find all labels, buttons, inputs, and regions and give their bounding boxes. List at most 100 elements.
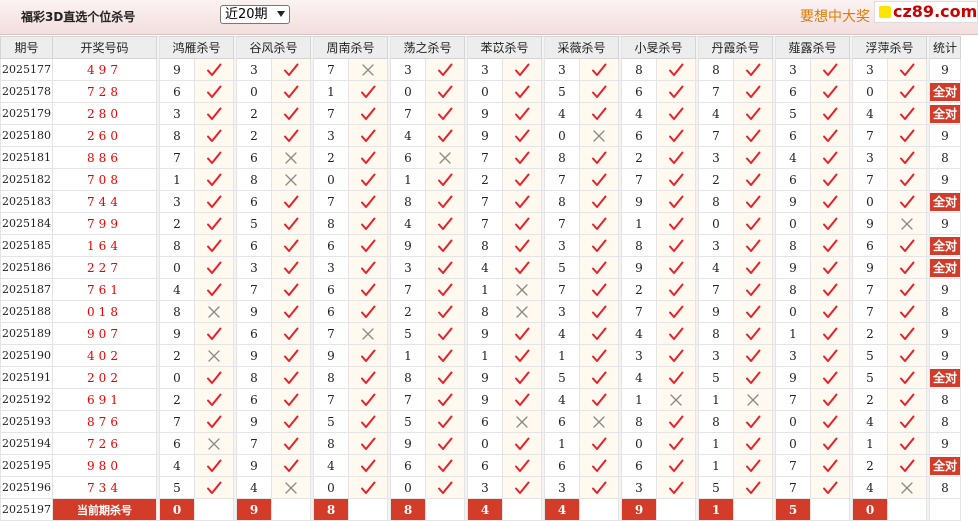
kill-number-cell: 6 <box>621 124 657 147</box>
kill-number-cell: 9 <box>159 58 195 81</box>
header-expert[interactable]: 小旻杀号 <box>621 36 696 59</box>
promo-text[interactable]: 要想中大奖 <box>800 6 870 26</box>
header-expert[interactable]: 苯苡杀号 <box>467 36 542 59</box>
kill-number-cell: 0 <box>544 124 580 147</box>
kill-number-cell: 4 <box>621 102 657 125</box>
kill-number-cell: 7 <box>467 212 503 235</box>
result-cell <box>887 366 927 389</box>
check-icon <box>284 437 299 450</box>
check-icon <box>823 217 838 230</box>
check-icon <box>361 481 376 494</box>
draw-number-cell: 691 <box>52 388 157 411</box>
kill-number-cell: 9 <box>390 432 426 455</box>
check-icon <box>361 151 376 164</box>
header-expert[interactable]: 荡之杀号 <box>390 36 465 59</box>
result-cell <box>810 190 850 213</box>
table-row: 2025186 227 0 3 3 3 4 5 9 4 9 9 全对 <box>0 256 961 279</box>
result-cell <box>887 454 927 477</box>
check-icon <box>515 349 530 362</box>
kill-number-cell: 4 <box>236 476 272 499</box>
result-cell <box>348 80 388 103</box>
kill-number-cell: 3 <box>852 58 888 81</box>
check-icon <box>207 415 222 428</box>
chevron-down-icon <box>277 11 285 17</box>
result-cell <box>656 366 696 389</box>
kill-number-cell: 7 <box>775 454 811 477</box>
check-icon <box>207 327 222 340</box>
kill-number-cell: 3 <box>159 102 195 125</box>
result-cell <box>733 146 773 169</box>
check-icon <box>515 217 530 230</box>
kill-number-cell: 6 <box>390 146 426 169</box>
period-select[interactable]: 近20期 <box>220 5 290 24</box>
draw-number-cell: 164 <box>52 234 157 257</box>
result-cell <box>348 212 388 235</box>
draw-number-cell: 799 <box>52 212 157 235</box>
kill-number-cell: 0 <box>390 476 426 499</box>
current-kill-number: 4 <box>544 498 580 521</box>
header-expert[interactable]: 丹霞杀号 <box>698 36 773 59</box>
kill-number-cell: 3 <box>544 476 580 499</box>
result-cell <box>887 124 927 147</box>
current-kill-number: 4 <box>467 498 503 521</box>
result-cell <box>656 146 696 169</box>
draw-number-cell: 260 <box>52 124 157 147</box>
check-icon <box>361 173 376 186</box>
result-cell <box>194 234 234 257</box>
result-cell <box>271 190 311 213</box>
check-icon <box>438 107 453 120</box>
check-icon <box>592 459 607 472</box>
check-icon <box>361 283 376 296</box>
current-kill-number: 0 <box>852 498 888 521</box>
check-icon <box>284 415 299 428</box>
check-icon <box>669 173 684 186</box>
stat-cell: 9 <box>929 168 961 191</box>
result-cell <box>348 454 388 477</box>
cross-icon <box>747 393 759 406</box>
kill-number-cell: 4 <box>313 454 349 477</box>
header-expert[interactable]: 周南杀号 <box>313 36 388 59</box>
result-cell <box>887 190 927 213</box>
header-expert[interactable]: 采薇杀号 <box>544 36 619 59</box>
check-icon <box>207 283 222 296</box>
stat-cell: 全对 <box>929 80 961 103</box>
kill-number-cell: 0 <box>852 190 888 213</box>
result-cell <box>887 432 927 455</box>
check-icon <box>361 415 376 428</box>
header-expert[interactable]: 谷风杀号 <box>236 36 311 59</box>
check-icon <box>746 173 761 186</box>
check-icon <box>823 393 838 406</box>
check-icon <box>592 217 607 230</box>
kill-number-cell: 6 <box>390 454 426 477</box>
check-icon <box>361 393 376 406</box>
check-icon <box>669 195 684 208</box>
draw-number-cell: 744 <box>52 190 157 213</box>
check-icon <box>284 217 299 230</box>
result-cell <box>579 344 619 367</box>
result-cell <box>194 102 234 125</box>
result-cell <box>271 256 311 279</box>
check-icon <box>284 371 299 384</box>
check-icon <box>207 195 222 208</box>
check-icon <box>592 327 607 340</box>
check-icon <box>823 437 838 450</box>
header-expert[interactable]: 浮萍杀号 <box>852 36 927 59</box>
header-expert[interactable]: 鸿雁杀号 <box>159 36 234 59</box>
kill-number-cell: 7 <box>390 388 426 411</box>
result-cell <box>733 102 773 125</box>
kill-number-cell: 9 <box>852 256 888 279</box>
check-icon <box>823 261 838 274</box>
kill-number-cell: 6 <box>467 410 503 433</box>
cross-icon <box>208 437 220 450</box>
current-kill-number: 1 <box>698 498 734 521</box>
top-bar: 福彩3D直选个位杀号 近20期 要想中大奖 cz89.com <box>0 0 978 35</box>
kill-number-cell: 7 <box>698 124 734 147</box>
kill-number-cell: 1 <box>621 212 657 235</box>
header-expert[interactable]: 薤露杀号 <box>775 36 850 59</box>
stat-cell: 全对 <box>929 256 961 279</box>
kill-number-cell: 5 <box>544 80 580 103</box>
result-cell <box>194 80 234 103</box>
kill-number-cell: 8 <box>159 300 195 323</box>
kill-number-cell: 4 <box>852 102 888 125</box>
brand-logo[interactable]: cz89.com <box>874 1 978 23</box>
